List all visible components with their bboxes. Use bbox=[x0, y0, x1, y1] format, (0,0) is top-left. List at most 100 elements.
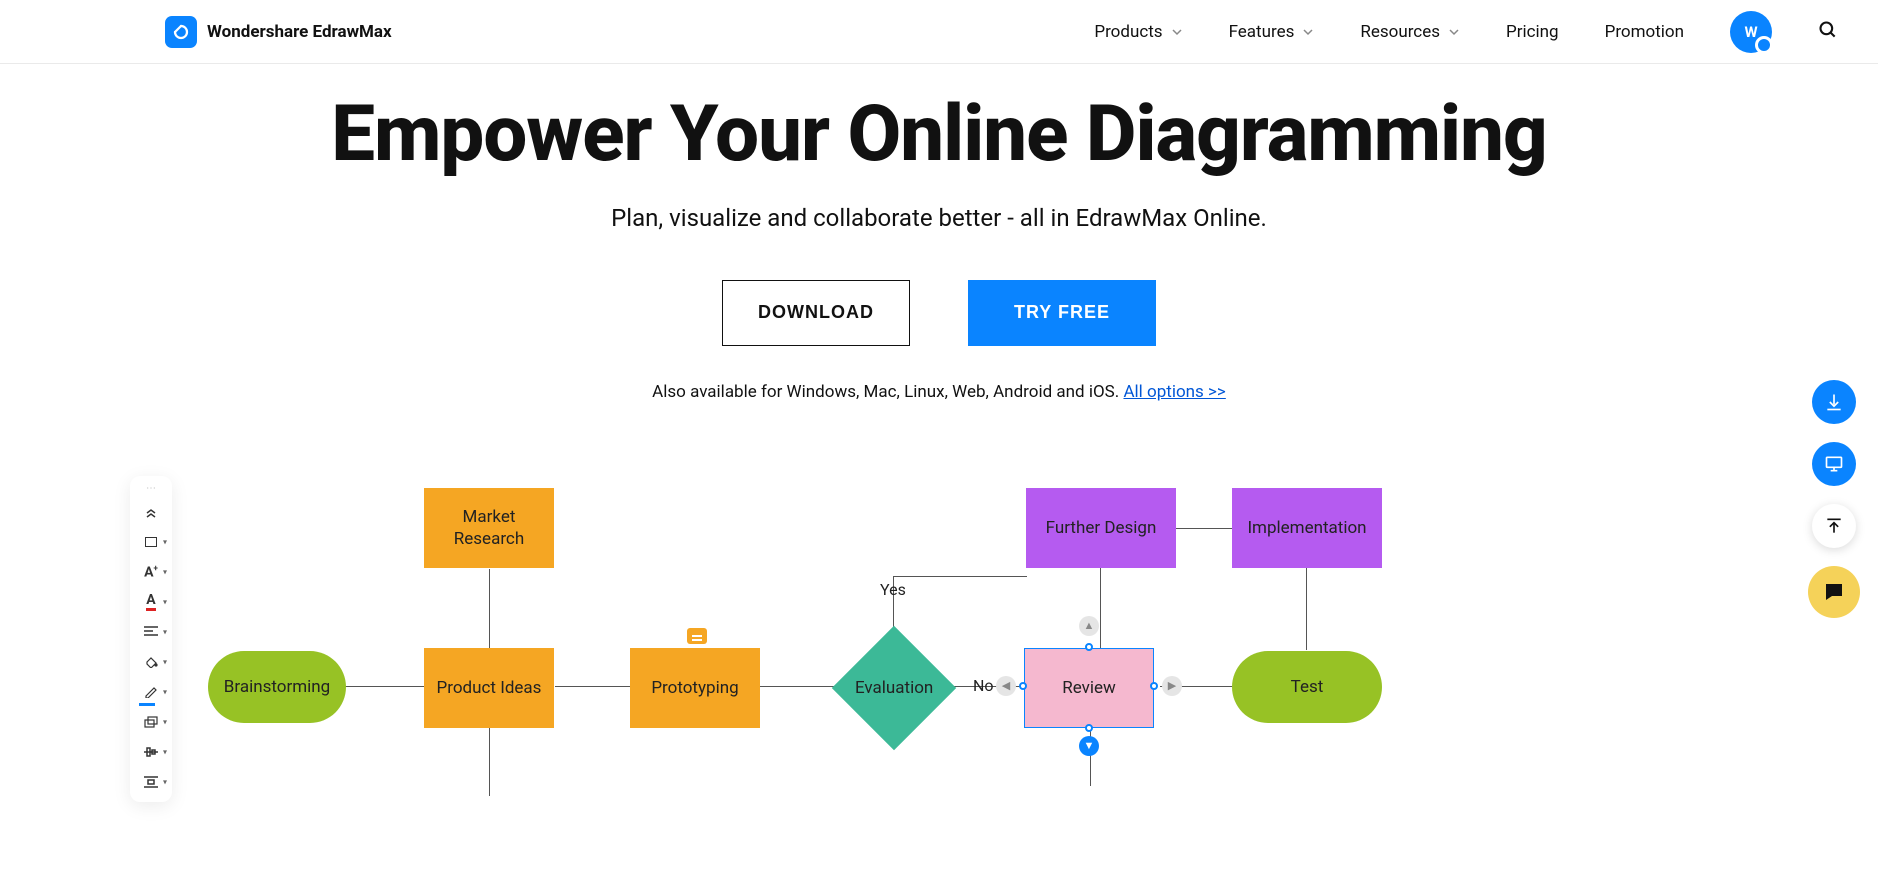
hero: Empower Your Online Diagramming Plan, vi… bbox=[0, 64, 1878, 402]
chat-icon bbox=[1822, 580, 1846, 604]
tool-font-color[interactable]: A▾ bbox=[136, 590, 166, 614]
diagram-canvas: ⋯ ▾ A+▾ A▾ ▾ ▾ ▾ ▾ ▾ ▾ Brainstorming Mar… bbox=[0, 476, 1878, 796]
handle-down[interactable]: ▼ bbox=[1079, 736, 1099, 756]
node-label: Brainstorming bbox=[224, 677, 330, 697]
floating-actions bbox=[1808, 380, 1860, 618]
nav-promotion[interactable]: Promotion bbox=[1605, 22, 1684, 42]
connector bbox=[1176, 528, 1233, 529]
tool-fill[interactable]: ▾ bbox=[136, 650, 166, 674]
try-free-button[interactable]: TRY FREE bbox=[968, 280, 1156, 346]
download-icon bbox=[1824, 392, 1844, 412]
bucket-icon bbox=[144, 656, 158, 668]
node-test[interactable]: Test bbox=[1232, 651, 1382, 723]
node-label: Prototyping bbox=[651, 678, 738, 698]
nav-resources[interactable]: Resources bbox=[1360, 22, 1460, 42]
main-nav: Products Features Resources Pricing Prom… bbox=[1094, 11, 1838, 53]
port-top[interactable] bbox=[1085, 643, 1093, 651]
node-label: Evaluation bbox=[855, 678, 933, 698]
node-label: Implementation bbox=[1247, 518, 1366, 538]
chevron-down-icon bbox=[1302, 26, 1314, 38]
nav-resources-label: Resources bbox=[1360, 22, 1440, 42]
connector bbox=[893, 576, 1027, 577]
align-left-icon bbox=[144, 626, 158, 638]
node-prototyping[interactable]: Prototyping bbox=[630, 648, 760, 728]
avatar-initial: W bbox=[1744, 23, 1757, 41]
user-avatar[interactable]: W bbox=[1730, 11, 1772, 53]
connector bbox=[760, 686, 840, 687]
fab-scroll-top[interactable] bbox=[1812, 504, 1856, 548]
chevron-down-icon bbox=[1171, 26, 1183, 38]
node-market-research[interactable]: Market Research bbox=[424, 488, 554, 568]
page-subtitle: Plan, visualize and collaborate better -… bbox=[0, 204, 1878, 232]
tool-shape[interactable]: ▾ bbox=[136, 530, 166, 554]
tool-drag-handle[interactable]: ⋯ bbox=[136, 484, 166, 494]
node-label: Test bbox=[1291, 677, 1324, 697]
fab-chat[interactable] bbox=[1808, 566, 1860, 618]
cta-row: DOWNLOAD TRY FREE bbox=[0, 280, 1878, 346]
handle-right[interactable]: ▶ bbox=[1162, 676, 1182, 696]
tool-align-text[interactable]: ▾ bbox=[136, 620, 166, 644]
node-further-design[interactable]: Further Design bbox=[1026, 488, 1176, 568]
align-objects-icon bbox=[144, 746, 158, 758]
label-no: No bbox=[973, 676, 994, 695]
connector bbox=[1090, 726, 1091, 786]
node-evaluation[interactable]: Evaluation bbox=[832, 626, 956, 750]
font-color-icon: A bbox=[146, 592, 155, 611]
node-label: Review bbox=[1062, 678, 1116, 698]
nav-pricing-label: Pricing bbox=[1506, 22, 1559, 42]
search-button[interactable] bbox=[1818, 20, 1838, 44]
nav-features[interactable]: Features bbox=[1229, 22, 1315, 42]
double-chevron-up-icon bbox=[145, 506, 157, 518]
node-label: Further Design bbox=[1046, 518, 1157, 538]
connector bbox=[345, 686, 425, 687]
handle-left[interactable]: ◀ bbox=[996, 676, 1016, 696]
arrow-top-icon bbox=[1824, 516, 1844, 536]
connector bbox=[1306, 568, 1307, 650]
page-title: Empower Your Online Diagramming bbox=[0, 94, 1878, 176]
connector bbox=[1100, 568, 1101, 650]
nav-promotion-label: Promotion bbox=[1605, 22, 1684, 42]
handle-up[interactable]: ▲ bbox=[1079, 616, 1099, 636]
layers-icon bbox=[144, 716, 158, 728]
search-icon bbox=[1818, 20, 1838, 40]
pencil-icon bbox=[144, 686, 158, 698]
node-label: Market Research bbox=[432, 506, 546, 550]
canvas-toolbar: ⋯ ▾ A+▾ A▾ ▾ ▾ ▾ ▾ ▾ ▾ bbox=[130, 476, 172, 802]
node-brainstorming[interactable]: Brainstorming bbox=[208, 651, 346, 723]
label-yes: Yes bbox=[880, 580, 906, 599]
connector bbox=[489, 726, 490, 796]
desktop-icon bbox=[1824, 454, 1844, 474]
port-bottom[interactable] bbox=[1085, 724, 1093, 732]
download-button[interactable]: DOWNLOAD bbox=[722, 280, 910, 346]
chevron-down-icon bbox=[1448, 26, 1460, 38]
brand[interactable]: Wondershare EdrawMax bbox=[165, 16, 392, 48]
connector bbox=[489, 569, 490, 649]
comment-icon[interactable] bbox=[687, 628, 707, 644]
nav-pricing[interactable]: Pricing bbox=[1506, 22, 1559, 42]
tool-collapse[interactable] bbox=[136, 500, 166, 524]
fab-download[interactable] bbox=[1812, 380, 1856, 424]
port-right[interactable] bbox=[1150, 682, 1158, 690]
brand-name: Wondershare EdrawMax bbox=[207, 22, 392, 42]
port-left[interactable] bbox=[1019, 682, 1027, 690]
node-label: Product Ideas bbox=[437, 678, 542, 698]
node-review[interactable]: Review bbox=[1024, 648, 1154, 728]
all-options-link[interactable]: All options >> bbox=[1123, 382, 1225, 402]
node-product-ideas[interactable]: Product Ideas bbox=[424, 648, 554, 728]
nav-products[interactable]: Products bbox=[1094, 22, 1182, 42]
brand-logo-icon bbox=[165, 16, 197, 48]
distribute-icon bbox=[144, 776, 158, 788]
font-size-icon: A+ bbox=[144, 564, 158, 581]
tool-font-size[interactable]: A+▾ bbox=[136, 560, 166, 584]
tool-line-color[interactable]: ▾ bbox=[136, 680, 166, 704]
nav-features-label: Features bbox=[1229, 22, 1295, 42]
tool-layers[interactable]: ▾ bbox=[136, 710, 166, 734]
availability-prefix: Also available for Windows, Mac, Linux, … bbox=[652, 382, 1123, 402]
tool-distribute[interactable]: ▾ bbox=[136, 770, 166, 794]
nav-products-label: Products bbox=[1094, 22, 1162, 42]
node-implementation[interactable]: Implementation bbox=[1232, 488, 1382, 568]
tool-object-align[interactable]: ▾ bbox=[136, 740, 166, 764]
fab-desktop[interactable] bbox=[1812, 442, 1856, 486]
connector bbox=[555, 686, 630, 687]
rectangle-icon bbox=[145, 537, 157, 547]
